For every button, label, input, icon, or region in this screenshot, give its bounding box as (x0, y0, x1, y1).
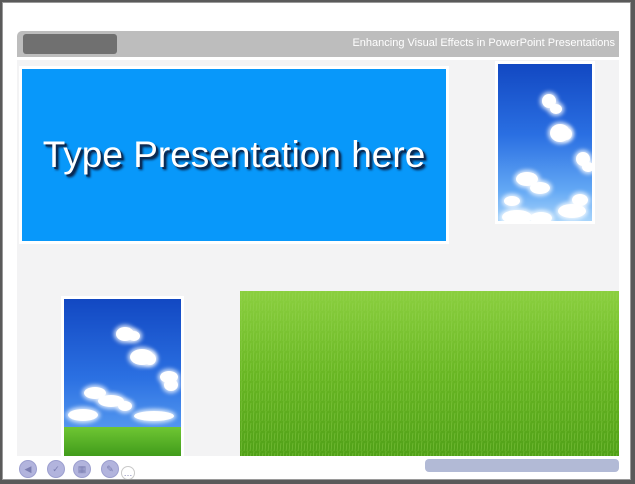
menu-icon[interactable]: … (121, 466, 135, 479)
title-text: Type Presentation here (42, 134, 426, 175)
slide-frame: Enhancing Visual Effects in PowerPoint P… (2, 2, 631, 480)
slide-content-area: Type Presentation here (17, 60, 619, 456)
title-placeholder[interactable]: Type Presentation here (19, 66, 449, 244)
next-slide-icon[interactable]: ✓ (47, 460, 65, 478)
sky-clouds-grass-photo (61, 296, 184, 456)
pen-tool-icon[interactable]: ✎ (101, 460, 119, 478)
header-tab (23, 34, 117, 54)
slide-header-bar: Enhancing Visual Effects in PowerPoint P… (17, 31, 619, 57)
slides-grid-icon[interactable]: ▦ (73, 460, 91, 478)
progress-pill (425, 459, 619, 472)
slide-header-title: Enhancing Visual Effects in PowerPoint P… (352, 37, 615, 49)
grass-field-photo (240, 291, 619, 456)
sky-clouds-photo (495, 61, 595, 224)
slideshow-nav: ◀ ✓ ▦ ✎ … (3, 458, 203, 479)
previous-slide-icon[interactable]: ◀ (19, 460, 37, 478)
